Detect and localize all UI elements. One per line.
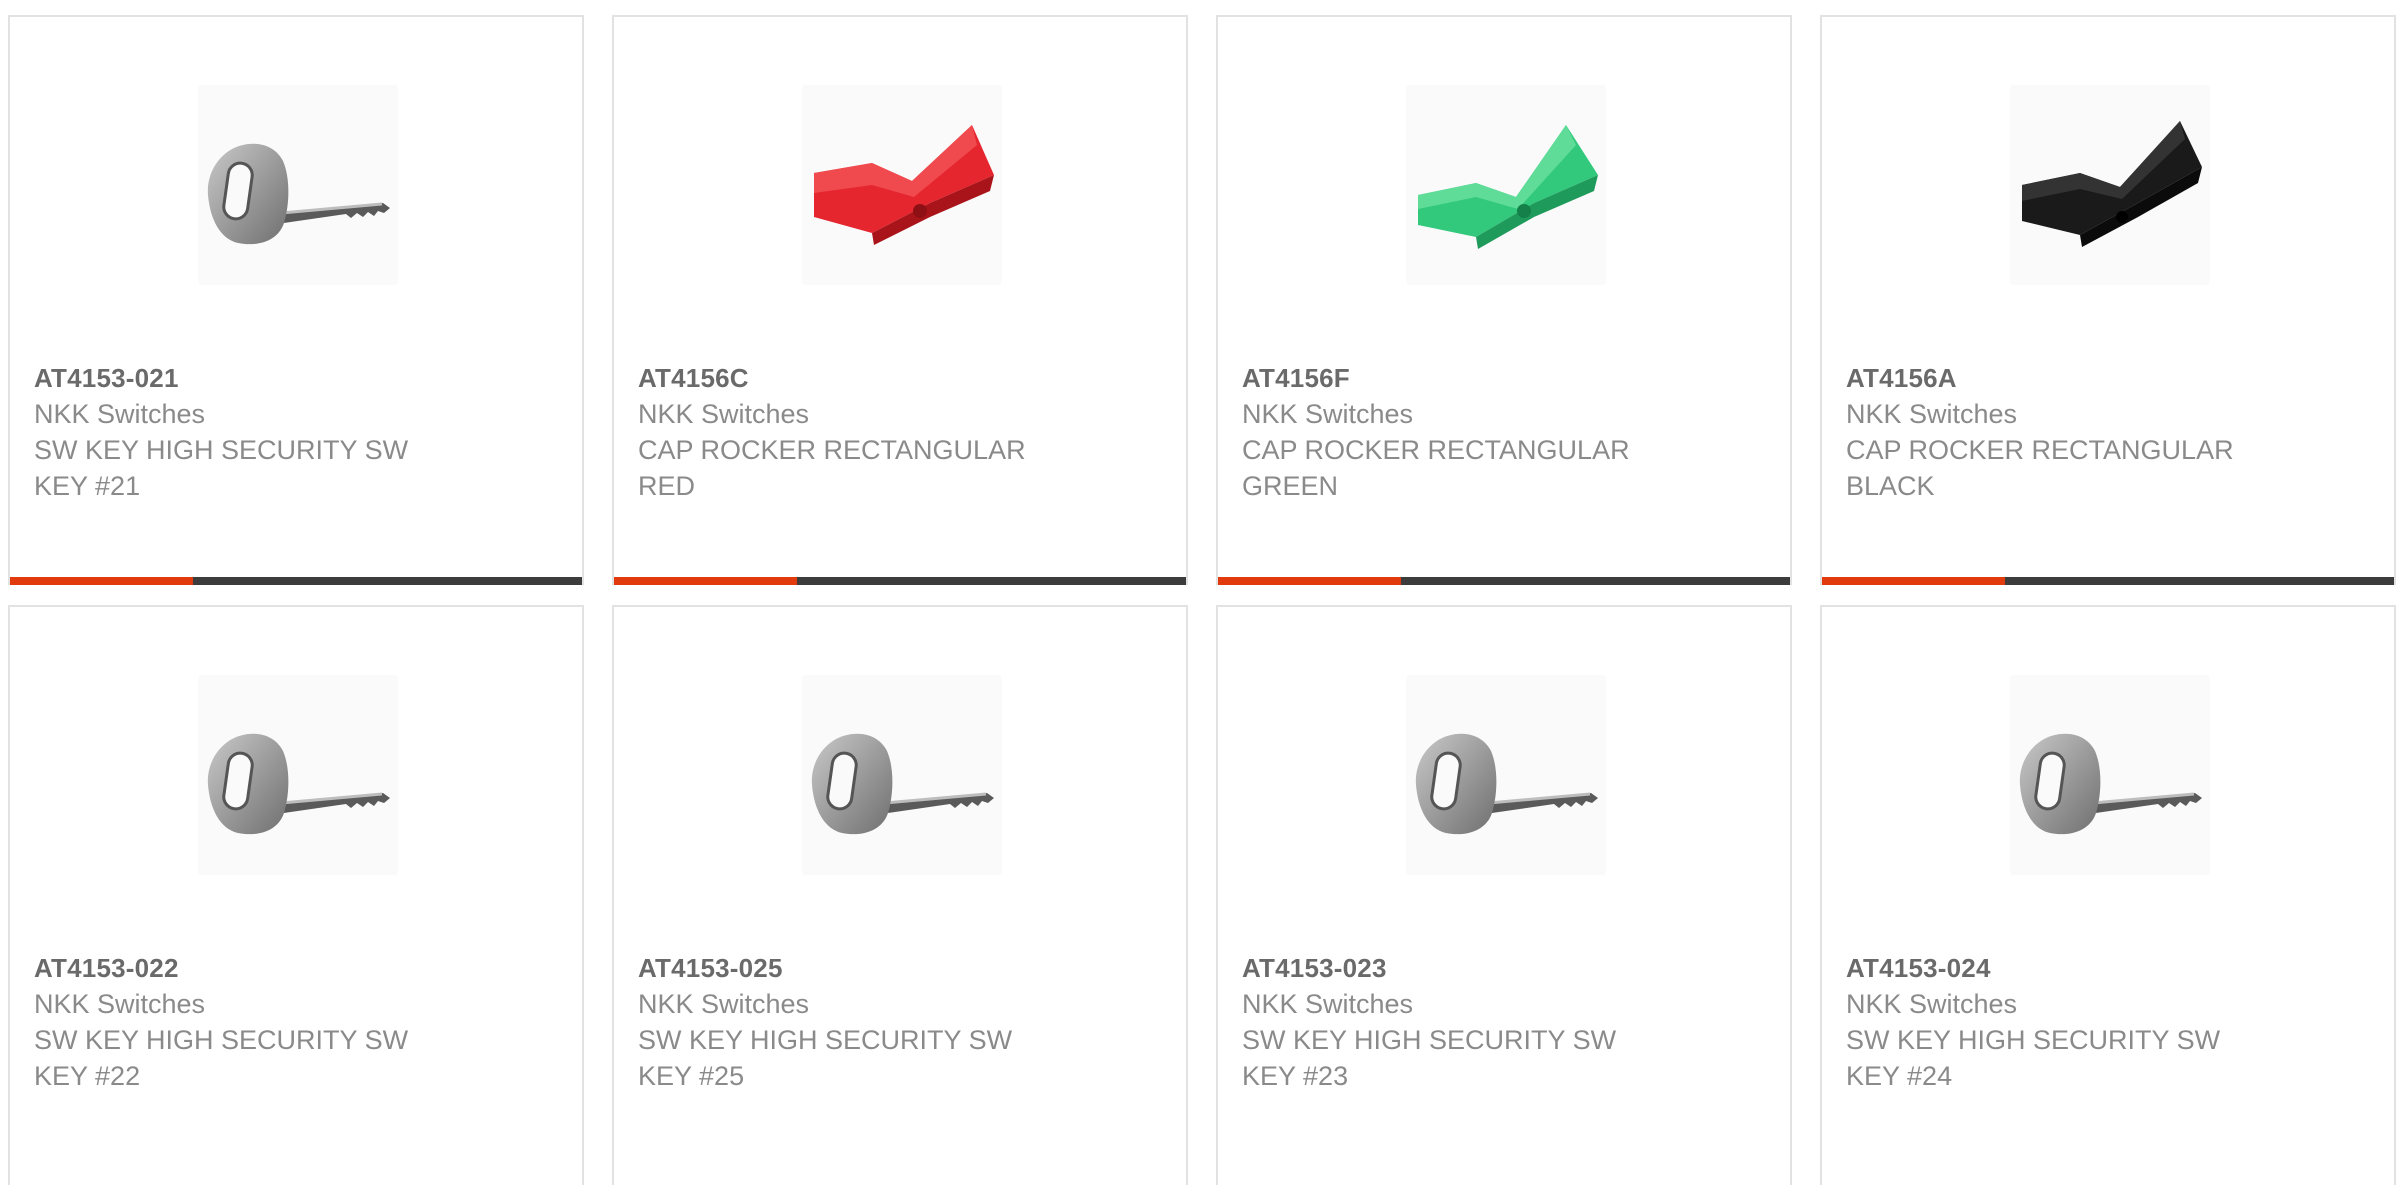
product-description: SW KEY HIGH SECURITY SW KEY #24: [1846, 1025, 2221, 1091]
part-number[interactable]: AT4153-024: [1846, 950, 2326, 986]
product-image[interactable]: [1406, 85, 1606, 285]
product-image[interactable]: [802, 675, 1002, 875]
key-icon: [207, 733, 390, 835]
part-number[interactable]: AT4153-023: [1242, 950, 1722, 986]
product-description: CAP ROCKER RECTANGULAR BLACK: [1846, 435, 2234, 501]
manufacturer: NKK Switches: [1846, 989, 2018, 1019]
product-card[interactable]: AT4153-024 NKK Switches SW KEY HIGH SECU…: [1820, 605, 2396, 1185]
part-number[interactable]: AT4153-025: [638, 950, 1118, 986]
product-card[interactable]: AT4156F NKK Switches CAP ROCKER RECTANGU…: [1216, 15, 1792, 585]
product-card[interactable]: AT4156C NKK Switches CAP ROCKER RECTANGU…: [612, 15, 1188, 585]
product-card[interactable]: AT4156A NKK Switches CAP ROCKER RECTANGU…: [1820, 15, 2396, 585]
part-number[interactable]: AT4153-022: [34, 950, 514, 986]
key-icon: [811, 733, 994, 835]
product-image[interactable]: [2010, 675, 2210, 875]
product-card[interactable]: AT4153-021 NKK Switches SW KEY HIGH SECU…: [8, 15, 584, 585]
product-description: CAP ROCKER RECTANGULAR RED: [638, 435, 1026, 501]
product-card[interactable]: AT4153-025 NKK Switches SW KEY HIGH SECU…: [612, 605, 1188, 1185]
product-description: SW KEY HIGH SECURITY SW KEY #21: [34, 435, 409, 501]
key-icon: [207, 143, 390, 245]
product-image[interactable]: [2010, 85, 2210, 285]
product-description: CAP ROCKER RECTANGULAR GREEN: [1242, 435, 1630, 501]
part-number[interactable]: AT4153-021: [34, 360, 514, 396]
product-description: SW KEY HIGH SECURITY SW KEY #23: [1242, 1025, 1617, 1091]
product-card[interactable]: AT4153-022 NKK Switches SW KEY HIGH SECU…: [8, 605, 584, 1185]
card-accent-bar: [10, 577, 582, 585]
product-image[interactable]: [1406, 675, 1606, 875]
product-description: SW KEY HIGH SECURITY SW KEY #25: [638, 1025, 1013, 1091]
part-number[interactable]: AT4156C: [638, 360, 1118, 396]
card-accent-bar: [614, 577, 1186, 585]
card-accent-bar: [1218, 577, 1790, 585]
key-icon: [2019, 733, 2202, 835]
product-card[interactable]: AT4153-023 NKK Switches SW KEY HIGH SECU…: [1216, 605, 1792, 1185]
product-image[interactable]: [198, 675, 398, 875]
part-number[interactable]: AT4156F: [1242, 360, 1722, 396]
manufacturer: NKK Switches: [1846, 399, 2018, 429]
manufacturer: NKK Switches: [34, 399, 206, 429]
manufacturer: NKK Switches: [1242, 989, 1414, 1019]
product-description: SW KEY HIGH SECURITY SW KEY #22: [34, 1025, 409, 1091]
part-number[interactable]: AT4156A: [1846, 360, 2326, 396]
card-accent-bar: [1822, 577, 2394, 585]
manufacturer: NKK Switches: [638, 989, 810, 1019]
key-icon: [1415, 733, 1598, 835]
rocker-cap-green-icon: [1418, 125, 1598, 249]
manufacturer: NKK Switches: [1242, 399, 1414, 429]
manufacturer: NKK Switches: [34, 989, 206, 1019]
product-image[interactable]: [198, 85, 398, 285]
rocker-cap-black-icon: [2022, 121, 2202, 247]
manufacturer: NKK Switches: [638, 399, 810, 429]
rocker-cap-red-icon: [814, 125, 994, 245]
product-image[interactable]: [802, 85, 1002, 285]
